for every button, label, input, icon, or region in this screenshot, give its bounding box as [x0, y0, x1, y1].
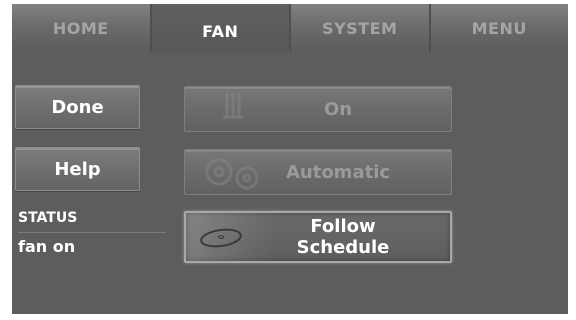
tab-menu[interactable]: MENU: [430, 4, 568, 52]
status-divider: [18, 232, 166, 233]
follow-line-1: Follow: [310, 216, 376, 237]
tab-bar: HOME FAN SYSTEM MENU: [12, 4, 568, 52]
fan-follow-schedule-button[interactable]: Follow Schedule: [184, 211, 452, 263]
tab-fan[interactable]: FAN: [151, 4, 291, 52]
clock-schedule-icon: [200, 228, 242, 248]
fan-automatic-button[interactable]: Automatic: [184, 149, 452, 195]
gears-icon: [205, 158, 259, 190]
follow-line-2: Schedule: [296, 237, 390, 258]
fan-automatic-label: Automatic: [285, 161, 391, 183]
fan-on-button[interactable]: On: [184, 86, 452, 132]
fan-on-label: On: [323, 98, 353, 120]
tab-home[interactable]: HOME: [12, 4, 152, 52]
fan-on-icon: [223, 93, 243, 119]
tab-system[interactable]: SYSTEM: [291, 4, 431, 52]
fan-follow-schedule-label: Follow Schedule: [297, 216, 390, 258]
status-value: fan on: [18, 237, 76, 256]
help-button[interactable]: Help: [15, 147, 140, 191]
thermostat-screen: HOME FAN SYSTEM MENU Done Help STATUS fa…: [12, 4, 568, 314]
status-label: STATUS: [18, 210, 78, 226]
done-button[interactable]: Done: [15, 85, 140, 129]
